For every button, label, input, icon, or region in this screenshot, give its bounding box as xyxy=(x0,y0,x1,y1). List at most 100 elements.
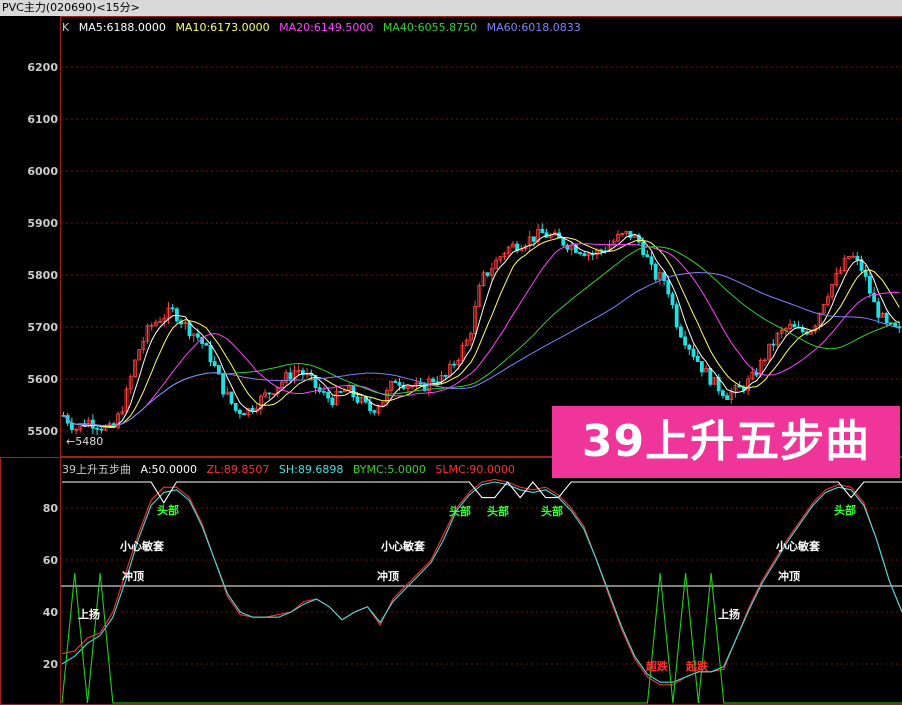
signal-label: 冲顶 xyxy=(122,570,144,583)
y-tick-label: 5900 xyxy=(27,217,58,230)
candle-body xyxy=(330,397,335,406)
signal-label: 小心敏套 xyxy=(381,540,425,553)
candle-body xyxy=(70,422,74,430)
candle-body xyxy=(355,396,360,403)
candle-body xyxy=(876,301,881,318)
candle-body xyxy=(174,308,179,322)
window-title: PVC主力(020690)<15分> xyxy=(0,0,902,16)
sub-y-tick-label: 20 xyxy=(42,658,58,671)
y-tick-label: 5800 xyxy=(27,269,58,282)
legend-slmc: SLMC:90.0000 xyxy=(435,463,515,476)
candle-body xyxy=(326,392,331,399)
bymc-line xyxy=(61,572,902,704)
legend-ma40: MA40:6055.8750 xyxy=(382,21,478,34)
signal-label: 头部 xyxy=(157,504,179,517)
candle-body xyxy=(372,410,377,413)
main-legend: K MA5:6188.0000 MA10:6173.0000 MA20:6149… xyxy=(62,21,587,34)
candle-body xyxy=(267,392,272,395)
signal-label: 头部 xyxy=(834,504,856,517)
candle-body xyxy=(208,344,213,363)
legend-a: A:50.0000 xyxy=(140,463,198,476)
candle-body xyxy=(628,230,633,238)
legend-k: K xyxy=(62,21,70,34)
candle-body xyxy=(237,409,242,414)
candle-body xyxy=(452,363,457,366)
candle-body xyxy=(532,236,536,242)
signal-label: 上扬 xyxy=(718,608,740,621)
candle-body xyxy=(170,307,175,310)
sub-y-tick-label: 60 xyxy=(42,554,58,567)
candle-body xyxy=(687,344,692,350)
sub-y-tick-label: 80 xyxy=(42,502,58,515)
candle-body xyxy=(792,324,797,328)
legend-zl: ZL:89.8507 xyxy=(206,463,270,476)
candle-body xyxy=(242,413,247,416)
candle-body xyxy=(674,304,679,328)
candle-body xyxy=(708,367,713,385)
candle-body xyxy=(393,380,398,383)
legend-ma60: MA60:6018.0833 xyxy=(486,21,581,34)
candle-body xyxy=(368,401,373,412)
candle-body xyxy=(666,280,671,295)
candle-body xyxy=(679,326,683,338)
y-tick-label: 6100 xyxy=(27,113,58,126)
candle-body xyxy=(485,272,490,276)
legend-indicator-name: 39上升五步曲 xyxy=(62,463,131,476)
signal-label: 头部 xyxy=(541,505,563,518)
candle-body xyxy=(884,312,889,324)
low-price-marker: ←5480 xyxy=(66,435,104,448)
y-tick-label: 6200 xyxy=(27,61,58,74)
candle-body xyxy=(288,372,293,380)
candle-body xyxy=(670,293,675,306)
candle-body xyxy=(321,391,326,393)
signal-label: 冲顶 xyxy=(778,570,800,583)
y-tick-label: 5500 xyxy=(27,425,58,438)
candle-body xyxy=(233,402,238,411)
candle-body xyxy=(683,336,687,346)
candle-body xyxy=(338,391,343,393)
signal-label: 超跌 xyxy=(646,660,668,673)
candle-body xyxy=(855,255,860,261)
candle-body xyxy=(771,343,776,346)
y-tick-label: 6000 xyxy=(27,165,58,178)
chart-canvas[interactable] xyxy=(0,16,902,705)
sub-panel-frame xyxy=(60,457,902,705)
candle-body xyxy=(721,390,725,397)
candle-body xyxy=(187,322,192,337)
signal-label: 起跌 xyxy=(686,660,708,673)
candle-body xyxy=(195,333,200,338)
candle-body xyxy=(443,374,448,377)
signal-label: 小心敏套 xyxy=(776,540,820,553)
candle-body xyxy=(725,395,729,400)
signal-label: 头部 xyxy=(487,505,509,518)
signal-label: 头部 xyxy=(449,505,471,518)
candle-body xyxy=(418,382,423,385)
ma60-line xyxy=(63,271,900,427)
legend-ma5: MA5:6188.0000 xyxy=(78,21,166,34)
candle-body xyxy=(212,361,217,367)
legend-ma20: MA20:6149.5000 xyxy=(279,21,374,34)
candle-body xyxy=(695,355,700,362)
legend-bymc: BYMC:5.0000 xyxy=(352,463,426,476)
candle-body xyxy=(229,391,234,404)
candle-body xyxy=(397,382,402,386)
candle-body xyxy=(431,378,436,383)
candle-body xyxy=(99,428,104,431)
candle-body xyxy=(578,252,582,255)
signal-label: 上扬 xyxy=(78,608,100,621)
y-tick-label: 5700 xyxy=(27,321,58,334)
legend-ma10: MA10:6173.0000 xyxy=(175,21,270,34)
sub-y-tick-label: 40 xyxy=(42,606,58,619)
candle-body xyxy=(204,343,209,346)
candle-body xyxy=(645,254,650,258)
y-tick-label: 5600 xyxy=(27,373,58,386)
zl-line xyxy=(61,478,902,686)
candle-body xyxy=(649,256,654,265)
signal-label: 小心敏套 xyxy=(120,540,164,553)
candle-body xyxy=(700,361,704,373)
candle-body xyxy=(540,228,545,234)
indicator-legend: 39上升五步曲 A:50.0000 ZL:89.8507 SH:89.6898 … xyxy=(62,461,521,477)
main-panel-frame xyxy=(60,16,902,457)
candle-body xyxy=(561,237,566,246)
candle-body xyxy=(868,275,872,294)
